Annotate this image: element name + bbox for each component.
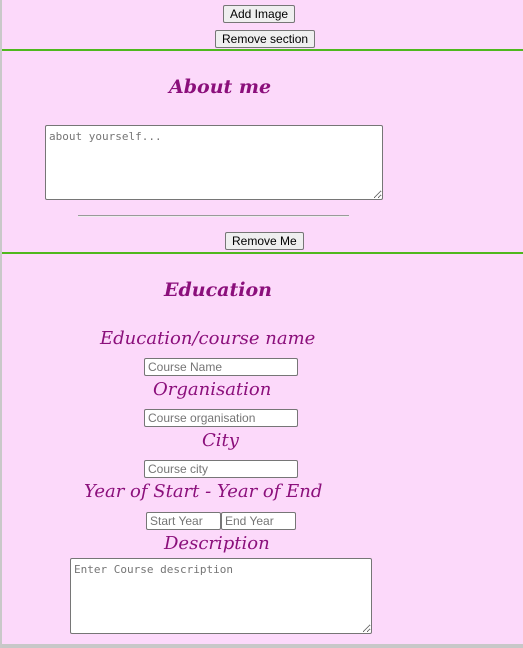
description-label: Description	[164, 533, 270, 554]
horizontal-rule	[78, 215, 349, 217]
course-name-input[interactable]	[144, 358, 298, 376]
resume-builder-page: Add Image Remove section About me Remove…	[0, 0, 523, 648]
education-heading: Education	[164, 279, 272, 301]
organisation-label: Organisation	[153, 379, 272, 400]
years-label: Year of Start - Year of End	[84, 481, 323, 502]
about-textarea[interactable]	[45, 125, 383, 200]
city-label: City	[202, 430, 239, 451]
organisation-input[interactable]	[144, 409, 298, 427]
remove-me-button[interactable]: Remove Me	[225, 232, 304, 250]
description-textarea[interactable]	[70, 558, 372, 634]
city-input[interactable]	[144, 460, 298, 478]
horizontal-scrollbar[interactable]	[2, 644, 523, 648]
section-divider	[2, 252, 523, 254]
section-divider	[2, 49, 523, 51]
end-year-input[interactable]	[221, 512, 296, 530]
remove-section-button[interactable]: Remove section	[215, 30, 316, 48]
add-image-button[interactable]: Add Image	[223, 5, 296, 23]
start-year-input[interactable]	[146, 512, 221, 530]
about-me-heading: About me	[169, 76, 272, 98]
course-name-label: Education/course name	[100, 328, 316, 349]
